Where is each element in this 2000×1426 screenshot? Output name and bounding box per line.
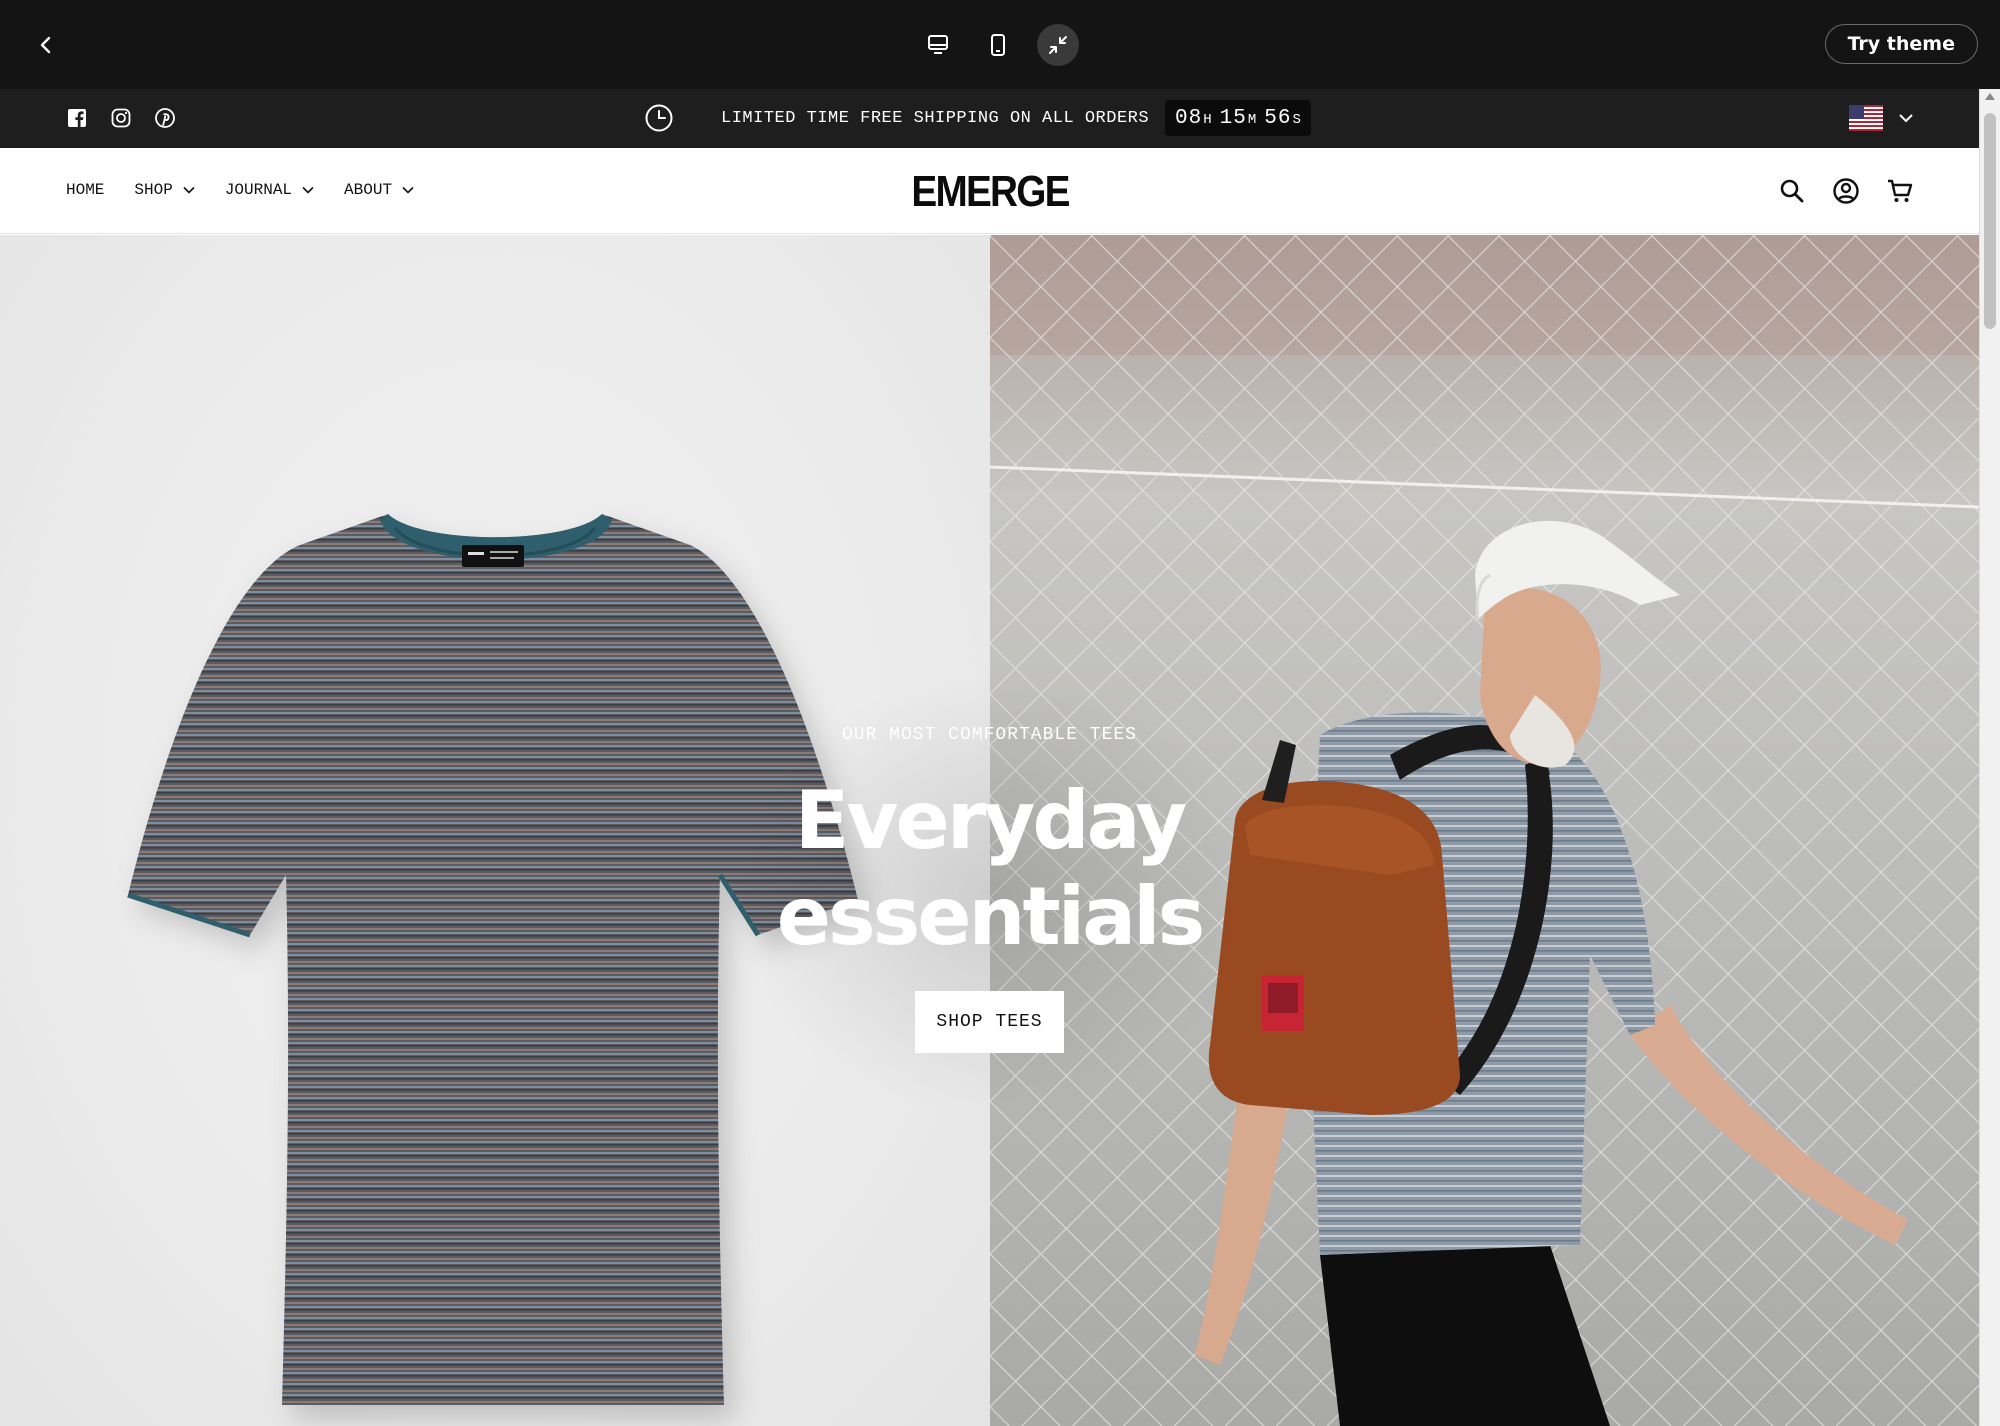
desktop-view-button[interactable] [917,24,959,66]
mobile-icon [991,34,1005,56]
search-icon[interactable] [1777,176,1807,206]
chevron-down-icon [183,186,195,194]
nav-item-label: SHOP [134,181,173,199]
site-logo[interactable]: EMERGE [911,167,1070,217]
device-switcher [917,24,1079,66]
header-actions [1777,176,1915,206]
us-flag-icon [1849,105,1883,131]
theme-preview-bar: Try theme [0,0,2000,89]
hero-headline-line1: Everyday [794,774,1188,867]
chevron-left-icon [40,36,51,54]
timer-minutes: 15 [1219,106,1247,130]
facebook-icon[interactable] [66,107,88,129]
social-links [66,107,176,129]
hero-content: OUR MOST COMFORTABLE TEES Everyday essen… [0,235,1979,1426]
chevron-down-icon [1899,114,1913,123]
announcement-text: LIMITED TIME FREE SHIPPING ON ALL ORDERS [721,109,1150,128]
back-button[interactable] [26,25,66,65]
account-icon[interactable] [1831,176,1861,206]
hero-headline: Everyday essentials [0,773,1979,965]
storefront-frame: LIMITED TIME FREE SHIPPING ON ALL ORDERS… [0,89,1979,1426]
timer-hours-unit: H [1203,111,1212,128]
instagram-icon[interactable] [110,107,132,129]
timer-hours: 08 [1175,106,1203,130]
pinterest-icon[interactable] [154,107,176,129]
chevron-down-icon [302,186,314,194]
announcement-bar: LIMITED TIME FREE SHIPPING ON ALL ORDERS… [0,89,1979,148]
cart-icon[interactable] [1885,176,1915,206]
hero-headline-line2: essentials [776,870,1205,963]
main-nav: HOME SHOP JOURNAL ABOUT [66,181,414,199]
scrollbar-thumb[interactable] [1984,113,1996,329]
timer-seconds-unit: S [1292,111,1301,128]
mobile-view-button[interactable] [977,24,1019,66]
nav-item-shop[interactable]: SHOP [134,181,195,199]
desktop-icon [928,35,948,54]
page-scrollbar[interactable] [1979,89,2000,1426]
shop-tees-button[interactable]: SHOP TEES [915,991,1064,1053]
nav-item-journal[interactable]: JOURNAL [225,181,314,199]
country-selector[interactable] [1849,105,1913,131]
nav-item-label: ABOUT [344,181,393,199]
timer-seconds: 56 [1264,106,1292,130]
try-theme-button[interactable]: Try theme [1824,24,1978,64]
hero-eyebrow: OUR MOST COMFORTABLE TEES [841,725,1138,745]
collapse-view-button[interactable] [1037,24,1079,66]
nav-item-about[interactable]: ABOUT [344,181,414,199]
scroll-up-arrow-icon[interactable] [1985,93,1995,100]
chevron-down-icon [402,186,414,194]
nav-item-home[interactable]: HOME [66,181,104,199]
site-header: HOME SHOP JOURNAL ABOUT EMERGE [0,148,1979,234]
collapse-arrows-icon [1049,36,1067,54]
timer-minutes-unit: M [1247,111,1257,128]
nav-item-label: HOME [66,181,105,199]
countdown-timer: 08H 15M 56S [1165,100,1311,136]
nav-item-label: JOURNAL [224,181,293,199]
clock-icon [644,103,674,138]
hero-banner: OUR MOST COMFORTABLE TEES Everyday essen… [0,235,1979,1426]
